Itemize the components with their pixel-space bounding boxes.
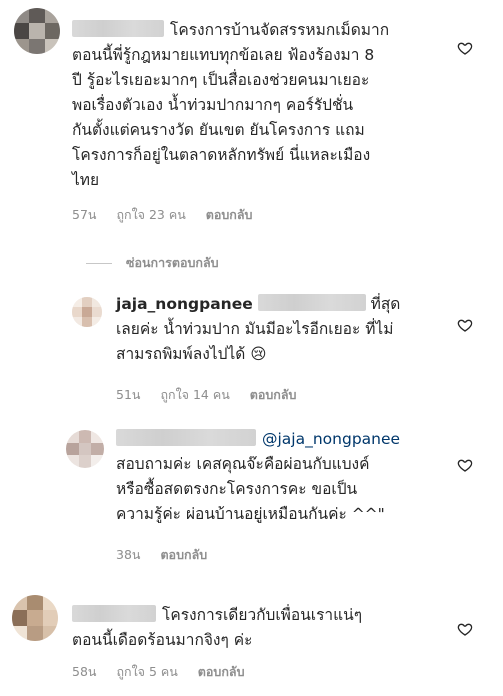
avatar[interactable] (14, 8, 60, 54)
reply-text: @jaja_nongpanee สอบถามค่ะ เคสคุณจ๊ะคือผ่… (116, 429, 401, 523)
like-count[interactable]: ถูกใจ 23 คน (116, 207, 185, 222)
divider (86, 262, 112, 264)
hide-replies-toggle[interactable]: ซ่อนการตอบกลับ (86, 253, 219, 273)
reply-button[interactable]: ตอบกลับ (250, 387, 297, 402)
comment-meta: 57น ถูกใจ 23 คน ตอบกลับ (72, 205, 268, 225)
heart-icon[interactable] (457, 317, 473, 333)
reply-button[interactable]: ตอบกลับ (160, 547, 207, 562)
reply-meta: 38น ตอบกลับ (116, 545, 223, 565)
redacted-username (116, 429, 256, 446)
like-count[interactable]: ถูกใจ 14 คน (160, 387, 229, 402)
redacted-text (257, 294, 366, 311)
redacted-username (72, 605, 156, 622)
timestamp: 58น (72, 664, 97, 679)
heart-icon[interactable] (457, 621, 473, 637)
timestamp: 51น (116, 387, 141, 402)
timestamp: 57น (72, 207, 97, 222)
comment-text: โครงการบ้านจัดสรรหมกเม็ดมาก ตอนนี้พี่รู้… (72, 20, 390, 189)
mention-link[interactable]: @jaja_nongpanee (262, 430, 400, 448)
avatar[interactable] (66, 430, 104, 468)
heart-icon[interactable] (457, 40, 473, 56)
redacted-username (72, 20, 164, 37)
reply-button[interactable]: ตอบกลับ (198, 664, 245, 679)
reply-button[interactable]: ตอบกลับ (206, 207, 253, 222)
reply-meta: 51น ถูกใจ 14 คน ตอบกลับ (116, 385, 312, 405)
avatar[interactable] (72, 297, 102, 327)
heart-icon[interactable] (457, 457, 473, 473)
timestamp: 38น (116, 547, 141, 562)
comment-text: โครงการเดียวกับเพื่อนเราแน่ๆ ตอนนี้เดือด… (72, 605, 363, 649)
avatar[interactable] (12, 595, 58, 641)
reply-text: jaja_nongpanee ที่สุด เลยค่ะ น้ำท่วมปาก … (116, 294, 401, 363)
comment-meta: 58น ถูกใจ 5 คน ตอบกลับ (72, 662, 261, 682)
like-count[interactable]: ถูกใจ 5 คน (116, 664, 177, 679)
username[interactable]: jaja_nongpanee (116, 295, 253, 313)
